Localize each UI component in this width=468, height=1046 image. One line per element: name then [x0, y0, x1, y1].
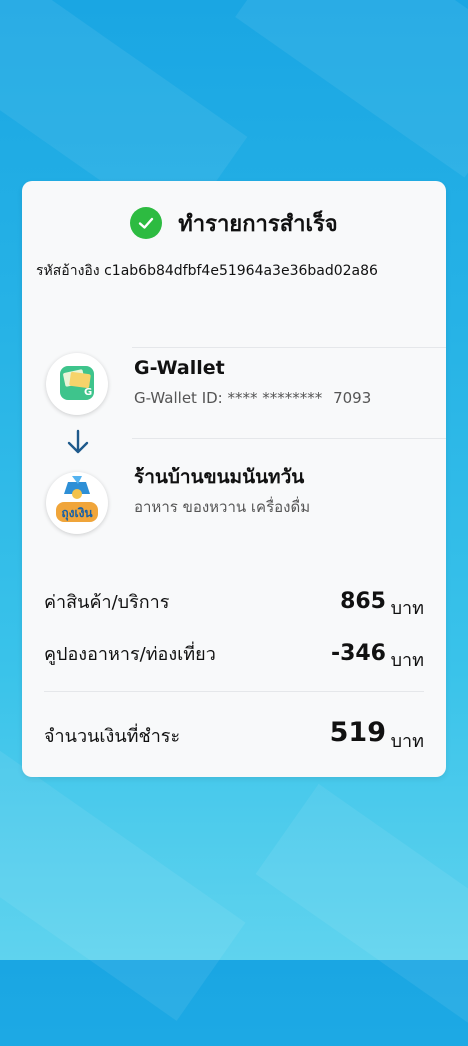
- status-title: ทำรายการสำเร็จ: [178, 211, 338, 237]
- payee-name: ร้านบ้านขนมนันทวัน: [134, 466, 305, 488]
- background-pattern: [0, 739, 246, 1021]
- receipt-card: ทำรายการสำเร็จ รหัสอ้างอิง c1ab6b84dfbf4…: [22, 181, 446, 777]
- total-unit: บาท: [390, 731, 424, 752]
- svg-text:ถุงเงิน: ถุงเงิน: [61, 506, 93, 521]
- status-header: ทำรายการสำเร็จ: [22, 205, 446, 241]
- payer-id: G-Wallet ID: **** ******** 7093: [134, 389, 372, 407]
- summary-item-amount: -346: [330, 641, 386, 666]
- reference-line: รหัสอ้างอิง c1ab6b84dfbf4e51964a3e36bad0…: [36, 260, 378, 282]
- summary-item-label: ค่าสินค้า/บริการ: [44, 592, 170, 613]
- divider: [44, 691, 424, 692]
- background-pattern: [255, 783, 468, 1046]
- g-wallet-logo-icon: G: [46, 353, 108, 415]
- divider: [132, 347, 446, 348]
- payer-name: G-Wallet: [134, 357, 225, 379]
- thung-ngoen-logo-icon: ถุงเงิน: [46, 472, 108, 534]
- payee-category: อาหาร ของหวาน เครื่องดื่ม: [134, 498, 311, 516]
- background-pattern: [235, 0, 468, 178]
- svg-text:G: G: [84, 387, 92, 398]
- total-amount: 519: [329, 717, 386, 748]
- summary-item-unit: บาท: [390, 598, 424, 619]
- divider: [132, 438, 446, 439]
- summary-item-label: คูปองอาหาร/ท่องเที่ยว: [44, 644, 216, 665]
- check-circle-icon: [130, 207, 163, 239]
- summary-item-amount: 865: [340, 589, 386, 614]
- total-label: จำนวนเงินที่ชำระ: [44, 726, 181, 747]
- arrow-down-icon: [66, 429, 90, 459]
- reference-code[interactable]: c1ab6b84dfbf4e51964a3e36bad02a86: [104, 263, 378, 279]
- summary-item-unit: บาท: [390, 650, 424, 671]
- reference-label: รหัสอ้างอิง: [36, 263, 100, 279]
